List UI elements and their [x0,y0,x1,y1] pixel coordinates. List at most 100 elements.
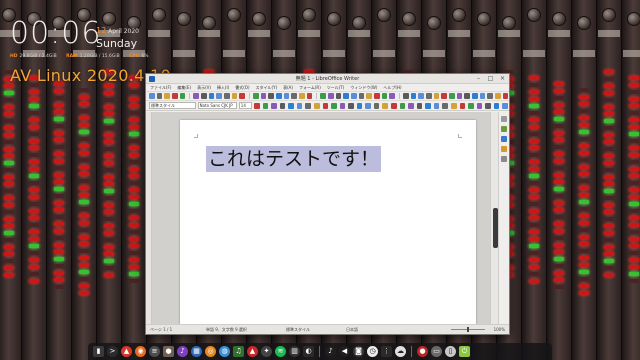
toolbar-icon[interactable] [471,93,478,99]
menu-file[interactable]: ファイル(F) [150,84,171,91]
toolbar-icon[interactable] [456,93,463,99]
format-toolbar-icon[interactable] [493,102,500,109]
format-toolbar-icon[interactable] [305,102,311,109]
toolbar-icon[interactable] [502,93,509,99]
browser-icon[interactable]: ◍ [219,346,230,357]
volume-icon[interactable]: ◀ [339,346,350,357]
terminal-icon[interactable]: > [107,346,118,357]
menu-table[interactable]: 表(A) [283,84,293,91]
sidebar-styles-icon[interactable] [501,126,507,132]
sidebar-gallery-icon[interactable] [501,136,507,142]
toolbar-icon[interactable] [441,93,447,99]
format-toolbar-icon[interactable] [416,102,423,109]
toolbar-icon[interactable] [149,93,155,99]
format-toolbar-icon[interactable] [459,102,466,109]
format-toolbar-icon[interactable] [356,102,363,109]
sidebar-page-icon[interactable] [501,156,507,162]
sidebar-properties-icon[interactable] [501,116,507,122]
format-toolbar-icon[interactable] [279,102,286,109]
toolbar-icon[interactable] [268,93,274,99]
media-icon[interactable]: ♪ [177,346,188,357]
toolbar-icon[interactable] [223,93,230,99]
menu-window[interactable]: ウィンドウ(W) [350,84,377,91]
grid-icon[interactable]: ▦ [191,346,202,357]
toolbar-icon[interactable] [208,93,215,99]
toolbar-icon[interactable] [327,93,334,99]
toolbar-icon[interactable] [193,93,199,99]
logout-icon[interactable]: ⏻ [459,346,470,357]
window-titlebar[interactable]: 無題 1 - LibreOffice Writer – □ × [146,74,509,84]
camera-icon[interactable]: ◙ [353,346,364,357]
toolbar-icon[interactable] [464,93,470,99]
toolbar-icon[interactable] [239,93,245,99]
toolbar-icon[interactable] [350,93,357,99]
toolbar-icon[interactable] [283,93,290,99]
format-toolbar-icon[interactable] [313,102,320,109]
toolbar-icon[interactable] [358,93,365,99]
toolbar-icon[interactable] [373,93,380,99]
format-toolbar-icon[interactable] [296,102,303,109]
mixer-icon[interactable]: ▥ [289,346,300,357]
clock-icon[interactable]: ◷ [367,346,378,357]
toolbar-icon[interactable] [164,93,171,99]
minimize-button[interactable]: – [475,75,482,82]
menu-insert[interactable]: 挿入(I) [217,84,229,91]
font-name-select[interactable]: Noto Sans CJK JP [197,102,237,109]
music-icon[interactable]: ♫ [233,346,244,357]
format-toolbar-icon[interactable] [348,102,354,109]
toolbar-icon[interactable] [448,93,455,99]
toolbar-icon[interactable] [200,93,207,99]
toolbar-icon[interactable] [216,93,222,99]
toolbar-icon[interactable] [366,93,372,99]
toolbar-icon[interactable] [275,93,282,99]
format-toolbar-icon[interactable] [382,102,388,109]
toolbar-icon[interactable] [425,93,432,99]
format-toolbar-icon[interactable] [450,102,457,109]
toolbar-icon[interactable] [172,93,178,99]
pdf-icon[interactable]: ▲ [121,346,132,357]
toolbar-icon[interactable] [156,93,163,99]
format-toolbar-icon[interactable] [485,102,491,109]
steam-icon[interactable]: ◐ [303,346,314,357]
audacity-icon[interactable]: ◎ [205,346,216,357]
toolbar-icon[interactable] [320,93,326,99]
toolbar-icon[interactable] [487,93,493,99]
font-size-select[interactable]: 14 [238,102,252,109]
toolbar-icon[interactable] [343,93,349,99]
toolbar-icon[interactable] [479,93,486,99]
firefox-icon[interactable]: ◉ [135,346,146,357]
format-toolbar-icon[interactable] [262,102,269,109]
spotify-icon[interactable]: ≋ [275,346,286,357]
format-toolbar-icon[interactable] [254,102,260,109]
menu-styles[interactable]: スタイル(Y) [256,84,278,91]
document-text[interactable]: これはテストです！ [206,146,382,172]
format-toolbar-icon[interactable] [373,102,380,109]
format-toolbar-icon[interactable] [339,102,346,109]
format-toolbar-icon[interactable] [442,102,448,109]
format-toolbar-icon[interactable] [399,102,406,109]
app-icon[interactable]: ✦ [261,346,272,357]
menu-view[interactable]: 表示(V) [197,84,211,91]
format-toolbar-icon[interactable] [425,102,431,109]
audio-icon[interactable]: ♪ [325,346,336,357]
toolbar-icon[interactable] [389,93,395,99]
format-toolbar-icon[interactable] [468,102,474,109]
toolbar-icon[interactable] [402,93,409,99]
window-preview-icon[interactable]: ▭ [431,346,442,357]
toolbar-icon[interactable] [494,93,501,99]
recorder-icon[interactable]: ● [417,346,428,357]
toolbar-icon[interactable] [298,93,305,99]
ardour-icon[interactable]: ▲ [247,346,258,357]
trash-icon[interactable]: ▯ [445,346,456,357]
writer-window[interactable]: 無題 1 - LibreOffice Writer – □ × ファイル(F) … [145,73,510,335]
close-button[interactable]: × [499,75,506,82]
menu-edit[interactable]: 編集(E) [177,84,191,91]
weather-icon[interactable]: ☁ [395,346,406,357]
sidebar-navigator-icon[interactable] [501,146,507,152]
format-toolbar-icon[interactable] [271,102,277,109]
menu-tools[interactable]: ツール(T) [327,84,345,91]
text-editor-icon[interactable]: ≡ [149,346,160,357]
format-toolbar-icon[interactable] [391,102,397,109]
toolbar-icon[interactable] [335,93,342,99]
maximize-button[interactable]: □ [487,75,494,82]
